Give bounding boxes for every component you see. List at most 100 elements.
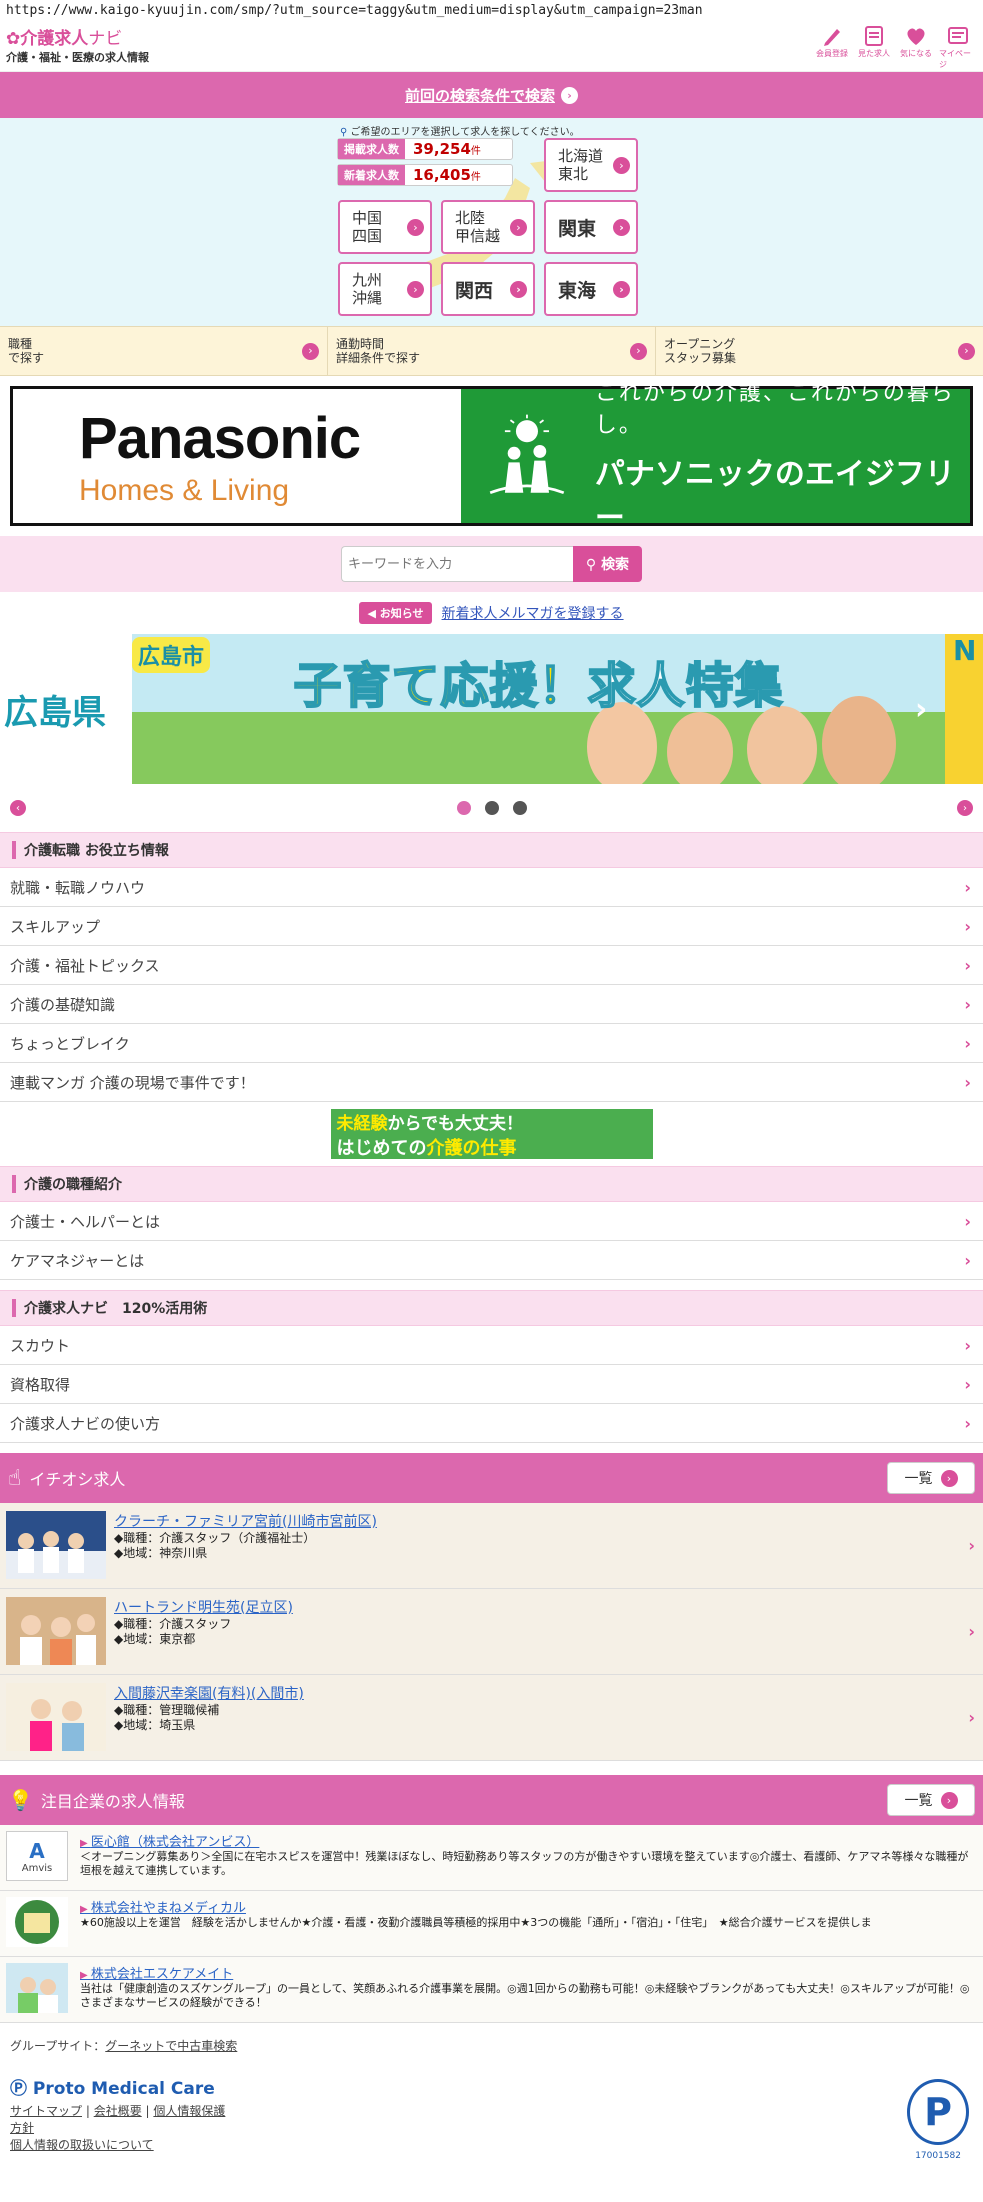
job-location: ◆地域：神奈川県 — [114, 1546, 208, 1560]
banner-slide[interactable]: 子育て応援！求人特集 広島市 — [132, 634, 945, 784]
companies-view-all-button[interactable]: 一覧 › — [887, 1784, 975, 1816]
notice-tag-label: お知らせ — [379, 607, 424, 620]
pickup-view-all-button[interactable]: 一覧 › — [887, 1462, 975, 1494]
chevron-right-icon: › — [510, 218, 527, 236]
company-item[interactable]: AAmvis 医心館（株式会社アンビス）＜オープニング募集あり＞全国に在宅ホスピ… — [0, 1825, 983, 1891]
chevron-right-icon: › — [407, 280, 424, 298]
search-by-job-type[interactable]: 職種 で探す › — [0, 327, 328, 375]
company-item[interactable]: 株式会社やまねメディカル★60施設以上を運営 経験を活かしませんか★介護・看護・… — [0, 1891, 983, 1957]
carousel-next-icon[interactable]: › — [915, 692, 927, 727]
list-item[interactable]: ちょっとブレイク › — [0, 1024, 983, 1063]
sitemap-link[interactable]: サイトマップ — [10, 2104, 82, 2118]
favorites-button[interactable]: 気になる — [897, 24, 935, 70]
job-location: ◆地域：埼玉県 — [114, 1718, 196, 1732]
opening-staff[interactable]: オープニング スタッフ募集 › — [656, 327, 983, 375]
company-name-link[interactable]: 株式会社やまねメディカル — [80, 1901, 246, 1916]
logo-nav: ナビ — [88, 28, 123, 49]
region-hokuriku-koshinetsu[interactable]: 北陸 甲信越 › — [441, 200, 535, 254]
register-label: 会員登録 — [816, 48, 848, 58]
panasonic-ad-banner[interactable]: Panasonic Homes & Living これからの介護、これからの暮ら… — [10, 381, 973, 536]
list-item[interactable]: 介護求人ナビの使い方 › — [0, 1404, 983, 1443]
region-chugoku-shikoku[interactable]: 中国 四国 › — [338, 200, 432, 254]
region-kansai[interactable]: 関西 › — [441, 262, 535, 316]
banner-next-text: N — [953, 634, 977, 667]
job-type: ◆職種：管理職候補 — [114, 1703, 220, 1717]
newsletter-link[interactable]: 新着求人メルマガを登録する — [442, 603, 624, 623]
company-link[interactable]: 会社概要 — [94, 2104, 142, 2118]
policy-link[interactable]: 方針 — [10, 2121, 34, 2135]
job-card[interactable]: ハートランド明生苑(足立区) ◆職種：介護スタッフ ◆地域：東京都 › — [0, 1589, 983, 1675]
chevron-right-icon: › — [958, 342, 975, 360]
keyword-input[interactable] — [341, 546, 573, 582]
carousel-next-button[interactable]: › — [957, 800, 973, 816]
category-label: オープニング スタッフ募集 — [664, 337, 737, 365]
chevron-right-icon: › — [964, 1413, 971, 1433]
job-card[interactable]: 入間藤沢幸楽園(有料)(入間市) ◆職種：管理職候補 ◆地域：埼玉県 › — [0, 1675, 983, 1761]
mypage-button[interactable]: マイページ — [939, 24, 977, 70]
carousel-dot[interactable] — [512, 801, 527, 815]
job-card[interactable]: クラーチ・ファミリア宮前(川崎市宮前区) ◆職種：介護スタッフ（介護福祉士） ◆地域… — [0, 1503, 983, 1589]
company-list: AAmvis 医心館（株式会社アンビス）＜オープニング募集あり＞全国に在宅ホスピ… — [0, 1825, 983, 2023]
job-name-link[interactable]: クラーチ・ファミリア宮前(川崎市宮前区) — [114, 1514, 377, 1530]
chevron-right-icon: › — [940, 1469, 958, 1487]
company-item[interactable]: 株式会社エスケアメイト当社は「健康創造のスズケングループ」の一員として、笑顔あふ… — [0, 1957, 983, 2023]
carousel-dot[interactable] — [456, 801, 471, 815]
beginner-ad: 未経験からでも大丈夫！ はじめての介護の仕事 — [0, 1102, 983, 1166]
region-label: 東海 — [558, 279, 597, 302]
calendar-icon — [865, 25, 883, 46]
list-item[interactable]: スキルアップ › — [0, 907, 983, 946]
region-kyushu-okinawa[interactable]: 九州 沖縄 › — [338, 262, 432, 316]
list-item[interactable]: 介護の基礎知識 › — [0, 985, 983, 1024]
job-name-link[interactable]: ハートランド明生苑(足立区) — [114, 1600, 293, 1616]
feature-carousel[interactable]: 広島県 子育て応援！求人特集 広島市 › N — [0, 634, 983, 784]
list-item-label: 連載マンガ 介護の現場で事件です！ — [10, 1073, 255, 1092]
company-name-link[interactable]: 医心館（株式会社アンビス） — [80, 1835, 259, 1850]
keyword-search-button[interactable]: ⚲ 検索 — [573, 546, 642, 582]
list-item[interactable]: スカウト › — [0, 1326, 983, 1365]
list-item[interactable]: ケアマネジャーとは › — [0, 1241, 983, 1280]
notice-row: ◀ お知らせ 新着求人メルマガを登録する — [0, 592, 983, 634]
list-item[interactable]: 介護・福祉トピックス › — [0, 946, 983, 985]
job-photo — [6, 1597, 106, 1665]
personal-info-link[interactable]: 個人情報の取扱いについて — [10, 2138, 154, 2152]
company-desc: 当社は「健康創造のスズケングループ」の一員として、笑顔あふれる介護事業を展開。◎… — [80, 1982, 970, 2009]
chevron-right-icon: › — [407, 218, 424, 236]
chevron-right-icon: › — [968, 1536, 975, 1555]
job-photo — [6, 1683, 106, 1751]
area-hint-text: ご希望のエリアを選択して求人を探してください。 — [350, 127, 580, 138]
search-button-label: 検索 — [601, 557, 630, 573]
list-item[interactable]: 就職・転職ノウハウ › — [0, 868, 983, 907]
previous-search-button[interactable]: 前回の検索条件で検索 › — [0, 72, 983, 118]
category-nav: 職種 で探す › 通勤時間 詳細条件で探す › オープニング スタッフ募集 › — [0, 326, 983, 376]
list-item[interactable]: 連載マンガ 介護の現場で事件です！ › — [0, 1063, 983, 1102]
group-site-link[interactable]: グーネットで中古車検索 — [105, 2039, 237, 2053]
company-logo — [6, 1897, 68, 1947]
privacy-link[interactable]: 個人情報保護 — [153, 2104, 225, 2118]
site-logo[interactable]: ✿介護求人ナビ 介護・福祉・医療の求人情報 — [6, 29, 149, 65]
chevron-right-icon: › — [964, 1072, 971, 1092]
pickup-jobs-header: ☝ イチオシ求人 一覧 › — [0, 1453, 983, 1503]
region-kanto[interactable]: 関東 › — [544, 200, 638, 254]
carousel-prev-button[interactable]: ‹ — [10, 800, 26, 816]
stat-label: 新着求人数 — [338, 165, 405, 185]
list-item-label: ちょっとブレイク — [10, 1034, 130, 1053]
search-by-commute[interactable]: 通勤時間 詳細条件で探す › — [328, 327, 656, 375]
group-site: グループサイト：グーネットで中古車検索 — [10, 2037, 973, 2054]
region-tokai[interactable]: 東海 › — [544, 262, 638, 316]
company-logo: A Amvis — [6, 1831, 68, 1881]
register-button[interactable]: 会員登録 — [813, 24, 851, 70]
banner-prev-slide-text: 広島県 — [0, 634, 132, 784]
job-name-link[interactable]: 入間藤沢幸楽園(有料)(入間市) — [114, 1686, 304, 1702]
beginner-ad-banner[interactable]: 未経験からでも大丈夫！ はじめての介護の仕事 — [330, 1109, 653, 1159]
featured-companies-header: 💡 注目企業の求人情報 一覧 › — [0, 1775, 983, 1825]
favorites-label: 気になる — [900, 48, 932, 58]
company-name-link[interactable]: 株式会社エスケアメイト — [80, 1967, 233, 1982]
url-bar[interactable]: https://www.kaigo-kyuujin.com/smp/?utm_s… — [0, 0, 983, 22]
list-item[interactable]: 資格取得 › — [0, 1365, 983, 1404]
viewed-jobs-button[interactable]: 見た求人 — [855, 24, 893, 70]
list-item-label: 資格取得 — [10, 1375, 71, 1394]
carousel-dot[interactable] — [484, 801, 499, 815]
list-item[interactable]: 介護士・ヘルパーとは › — [0, 1202, 983, 1241]
list-item-label: 介護・福祉トピックス — [10, 956, 160, 975]
region-hokkaido-tohoku[interactable]: 北海道 東北 › — [544, 138, 638, 192]
